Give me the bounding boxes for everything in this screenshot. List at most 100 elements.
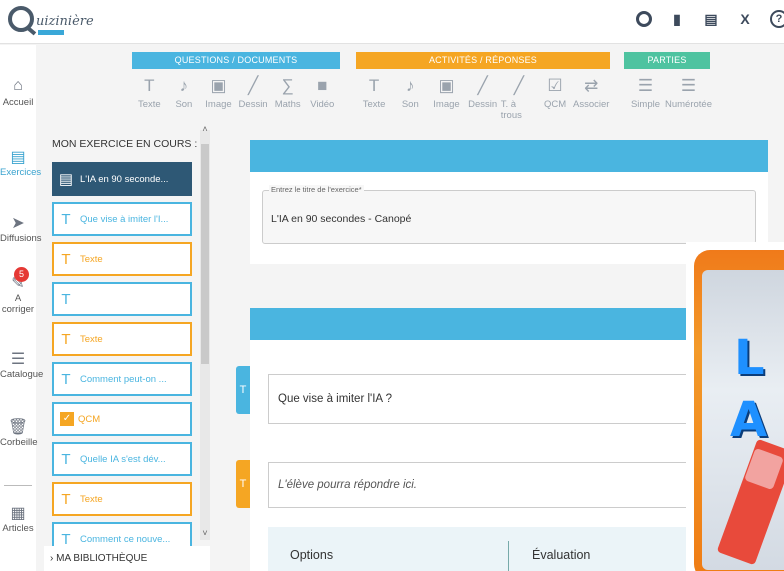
tool-activites-qcm[interactable]: ☑ QCM [537,75,573,121]
target-icon[interactable] [636,11,652,27]
correction-count-badge: 5 [14,267,29,282]
tool-icon: ╱ [247,76,259,95]
tool-parties-simple[interactable]: ☰ Simple [624,75,667,110]
title-card-header [250,140,768,172]
exercise-item[interactable]: T Comment peut-on ... [52,362,192,396]
nav-item-corbeille[interactable]: 🗑 Corbeille [0,417,38,448]
tool-activites-son[interactable]: ♪ Son [392,75,428,121]
pdf-icon[interactable]: ▤ [702,10,720,28]
scroll-thumb[interactable] [201,144,209,364]
nav-icon: ▦ [10,505,26,522]
text-icon: T [61,370,71,388]
nav-item-a-corriger[interactable]: ✎ A corriger 5 [0,267,36,315]
tool-icon: ☑ [547,76,563,95]
tool-activites-t-trous[interactable]: ╱ T. à trous [501,75,537,121]
tool-activites-dessin[interactable]: ╱ Dessin [465,75,501,121]
nav-item-catalogue[interactable]: ☰ Catalogue [0,349,43,380]
evaluation-label[interactable]: Évaluation [532,548,590,562]
tool-questions-son[interactable]: ♪ Son [167,75,202,110]
tool-icon: ☰ [680,76,697,95]
exercise-item[interactable]: ✓ QCM [52,402,192,436]
tool-icon: ╱ [477,76,488,95]
scroll-down-icon[interactable]: ˅ [200,528,210,538]
nav-item-exercices[interactable]: ▤ Exercices [0,147,41,178]
tool-label: Image [205,99,232,110]
tool-icon: ╱ [513,76,524,95]
tool-label: Texte [137,99,161,110]
tool-questions-maths[interactable]: ∑ Maths [270,75,305,110]
tool-label: Simple [630,99,661,110]
tool-label: Image [433,99,460,110]
exercise-item[interactable]: T [52,282,192,316]
tool-activites-texte[interactable]: T Texte [356,75,392,121]
toolbar-parties: PARTIES ☰ Simple ☰ Numérotée [624,52,712,110]
exercise-item-label: L'IA en 90 seconde... [80,173,169,185]
document-icon: ▤ [58,171,74,188]
answer-type-tag: T [236,460,250,508]
tool-activites-image[interactable]: ▣ Image [428,75,464,121]
toolbar-parties-title: PARTIES [624,52,710,69]
tool-icon: T [144,76,155,95]
scroll-up-icon[interactable]: ˄ [200,124,210,134]
top-bar: uizinière ▮ ▤ X ? [0,0,784,44]
tool-label: Texte [362,99,386,110]
nav-label: Diffusions [0,233,42,244]
exercise-scrollbar[interactable]: ˄ ˅ [200,124,210,540]
nav-label: Accueil [2,97,34,108]
nav-item-accueil[interactable]: ⌂ Accueil [0,77,36,108]
checkbox-icon: ✓ [60,412,74,426]
toolbar-activites: ACTIVITÉS / RÉPONSES T Texte ♪ Son ▣ Image ╱ De… [356,52,610,121]
logo-q-icon [8,6,34,32]
help-icon[interactable]: ? [770,10,784,28]
exercise-panel-title: MON EXERCICE EN COURS : [52,138,198,150]
exercise-item[interactable]: T Quelle IA s'est dév... [52,442,192,476]
toolbar-questions: QUESTIONS / DOCUMENTS T Texte ♪ Son ▣ Image ╱ D… [132,52,340,110]
text-icon: T [61,490,71,508]
logo-underline [38,30,64,35]
close-icon[interactable]: X [736,10,754,28]
title-field[interactable]: Entrez le titre de l'exercice* L'IA en 9… [262,185,756,244]
text-icon: T [61,450,71,468]
nav-item-articles[interactable]: ▦ Articles [0,503,36,534]
tool-questions-vid-o[interactable]: ■ Vidéo [305,75,340,110]
exercise-item[interactable]: T Que vise à imiter l'I... [52,202,192,236]
tool-icon: ♪ [406,76,415,95]
text-icon: T [61,250,71,268]
tool-questions-texte[interactable]: T Texte [132,75,167,110]
text-icon: T [61,210,71,228]
tool-label: T. à trous [500,99,522,121]
tool-label: QCM [543,99,567,110]
tool-icon: ▣ [210,76,227,95]
exercise-item[interactable]: T Texte [52,322,192,356]
tool-label: Associer [573,99,610,110]
tool-icon: T [368,76,380,95]
toolbar-questions-title: QUESTIONS / DOCUMENTS [132,52,340,69]
tool-label: Son [401,99,419,110]
exercise-item-label: Texte [80,493,103,505]
logo-text: uizinière [36,13,94,29]
exercise-item[interactable]: T Texte [52,482,192,516]
tool-questions-dessin[interactable]: ╱ Dessin [236,75,271,110]
exercise-item-label: Comment peut-on ... [80,373,167,385]
nav-item-diffusions[interactable]: ➤ Diffusions [0,213,42,244]
nav-label: Exercices [0,167,42,178]
title-field-value[interactable]: L'IA en 90 secondes - Canopé [271,213,411,225]
overlay-text-1: L [734,330,765,386]
exercise-item[interactable]: ▤ L'IA en 90 seconde... [52,162,192,196]
exercise-item-label: Texte [80,253,103,265]
question-text[interactable]: Que vise à imiter l'IA ? [278,393,392,405]
nav-label: Corbeille [0,437,38,448]
library-link[interactable]: › MA BIBLIOTHÈQUE [44,546,210,571]
tool-questions-image[interactable]: ▣ Image [201,75,236,110]
save-icon[interactable]: ▮ [668,10,686,28]
nav-label: A corriger [1,293,35,315]
tool-activites-associer[interactable]: ⇄ Associer [573,75,609,121]
options-divider [508,541,509,571]
exercise-item-label: Quelle IA s'est dév... [80,453,166,465]
answer-placeholder: L'élève pourra répondre ici. [278,479,417,491]
options-label[interactable]: Options [290,548,333,562]
app-logo[interactable]: uizinière [8,6,94,32]
tool-icon: ♪ [179,76,189,95]
exercise-item[interactable]: T Texte [52,242,192,276]
tool-parties-num-rot-e[interactable]: ☰ Numérotée [665,75,712,110]
